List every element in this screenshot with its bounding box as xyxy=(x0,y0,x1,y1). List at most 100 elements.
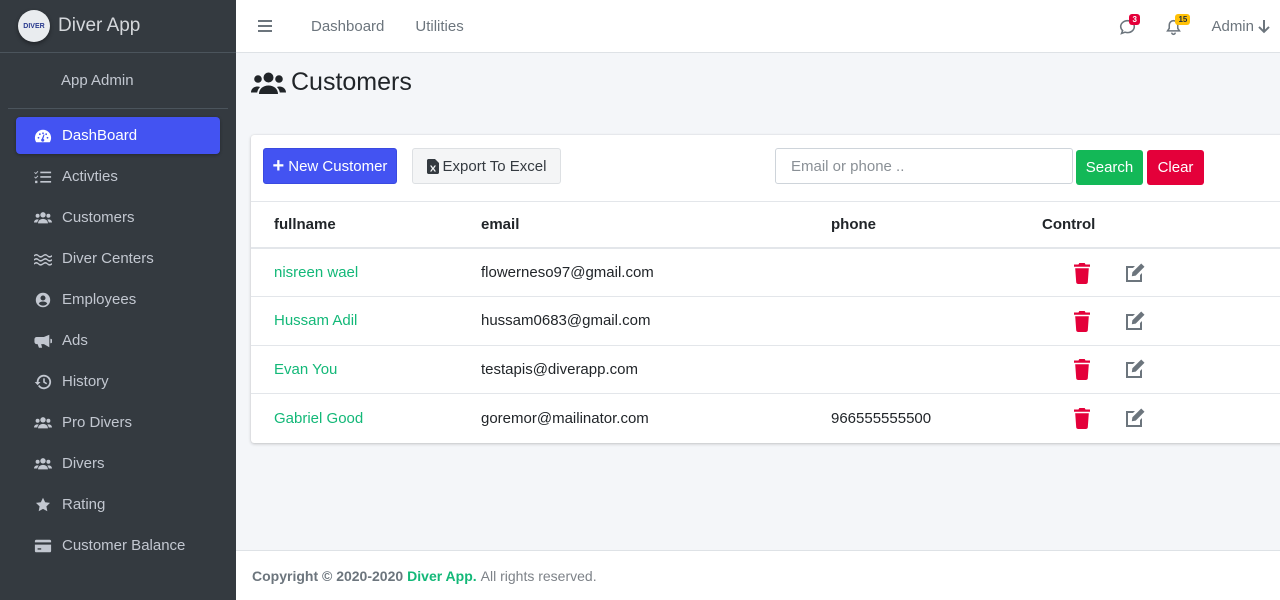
new-customer-label: New Customer xyxy=(288,157,388,175)
star-icon xyxy=(33,497,53,513)
delete-icon[interactable] xyxy=(1071,358,1093,381)
customers-table: fullname email phone Control nisreen wae… xyxy=(251,202,1280,442)
top-navbar: Dashboard Utilities 3 15 Admin xyxy=(236,0,1280,53)
sidebar-item-activities[interactable]: Activties xyxy=(16,158,220,195)
edit-icon[interactable] xyxy=(1124,358,1146,380)
sidebar-item-rating[interactable]: Rating xyxy=(16,486,220,523)
notifications-badge: 15 xyxy=(1175,13,1191,25)
sidebar-item-diver-centers[interactable]: Diver Centers xyxy=(16,240,220,277)
sidebar-item-label: Diver Centers xyxy=(62,250,154,267)
history-icon xyxy=(33,374,53,390)
sidebar-item-label: Divers xyxy=(62,455,105,472)
arrow-down-icon xyxy=(1258,19,1270,33)
new-customer-button[interactable]: + New Customer xyxy=(263,148,397,184)
users-icon xyxy=(33,415,53,431)
page-title-text: Customers xyxy=(291,68,412,96)
card-toolbar: + New Customer Export To Excel Search Cl… xyxy=(251,135,1280,202)
user-panel-name: App Admin xyxy=(61,72,134,89)
delete-icon[interactable] xyxy=(1071,407,1093,429)
sidebar: DIVER Diver App App Admin DashBoard Acti… xyxy=(0,0,236,600)
sidebar-item-pro-divers[interactable]: Pro Divers xyxy=(16,404,220,441)
export-excel-label: Export To Excel xyxy=(442,157,547,175)
menu-toggle-icon[interactable] xyxy=(258,20,272,32)
user-panel[interactable]: App Admin xyxy=(8,53,228,109)
user-circle-icon xyxy=(33,292,53,308)
sidebar-item-label: Activties xyxy=(62,168,118,185)
search-input[interactable] xyxy=(775,148,1073,184)
customer-email: goremor@mailinator.com xyxy=(481,409,649,427)
sidebar-item-ads[interactable]: Ads xyxy=(16,322,220,359)
brand-name: Diver App xyxy=(58,15,141,36)
edit-icon[interactable] xyxy=(1124,310,1146,332)
list-check-icon xyxy=(33,169,53,185)
footer-copyright: Copyright © 2020-2020 xyxy=(252,567,404,584)
customer-phone xyxy=(831,345,1042,394)
sidebar-item-label: Rating xyxy=(62,496,106,513)
table-row: Gabriel Good goremor@mailinator.com 9665… xyxy=(251,394,1280,443)
footer-rights: All rights reserved. xyxy=(480,567,597,584)
file-excel-icon xyxy=(426,158,439,174)
edit-icon[interactable] xyxy=(1124,407,1146,429)
table-row: nisreen wael flowerneso97@gmail.com xyxy=(251,248,1280,297)
customer-name-link[interactable]: Evan You xyxy=(274,361,337,378)
customer-phone: 966555555500 xyxy=(831,409,932,427)
footer-brand-link[interactable]: Diver App. xyxy=(407,568,477,584)
sidebar-nav: DashBoard Activties Customers Diver Cent… xyxy=(0,109,236,564)
sidebar-item-dashboard[interactable]: DashBoard xyxy=(16,117,220,154)
sidebar-item-label: Customers xyxy=(62,209,135,226)
sidebar-item-label: History xyxy=(62,373,109,390)
delete-icon[interactable] xyxy=(1071,310,1093,332)
table-row: Evan You testapis@diverapp.com xyxy=(251,345,1280,394)
customer-phone xyxy=(831,248,1042,297)
edit-icon[interactable] xyxy=(1124,262,1146,284)
tachometer-icon xyxy=(33,128,53,144)
table-header-row: fullname email phone Control xyxy=(251,202,1280,249)
nav-link-utilities[interactable]: Utilities xyxy=(415,18,463,35)
users-icon xyxy=(33,210,53,226)
customer-email: testapis@diverapp.com xyxy=(481,345,831,394)
table-row: Hussam Adil hussam0683@gmail.com xyxy=(251,296,1280,346)
water-icon xyxy=(33,251,53,267)
page-title: Customers xyxy=(251,68,412,97)
sidebar-item-customer-balance[interactable]: Customer Balance xyxy=(16,527,220,564)
messages-badge: 3 xyxy=(1129,13,1140,25)
customer-name-link[interactable]: nisreen wael xyxy=(274,264,358,281)
messages-icon[interactable]: 3 xyxy=(1119,13,1141,38)
sidebar-item-label: Customer Balance xyxy=(62,537,186,554)
delete-icon[interactable] xyxy=(1071,262,1093,284)
sidebar-item-customers[interactable]: Customers xyxy=(16,199,220,236)
bullhorn-icon xyxy=(33,333,53,349)
notifications-icon[interactable]: 15 xyxy=(1165,13,1191,38)
column-header-control: Control xyxy=(1042,202,1280,249)
customer-name-link[interactable]: Gabriel Good xyxy=(274,410,363,427)
brand-logo: DIVER xyxy=(18,10,50,42)
customer-phone xyxy=(831,296,1042,346)
clear-button[interactable]: Clear xyxy=(1147,150,1204,185)
sidebar-item-employees[interactable]: Employees xyxy=(16,281,220,318)
plus-icon: + xyxy=(272,155,285,177)
nav-link-dashboard[interactable]: Dashboard xyxy=(311,18,384,35)
export-excel-button[interactable]: Export To Excel xyxy=(412,148,561,184)
user-menu[interactable]: Admin xyxy=(1211,18,1270,35)
search-button[interactable]: Search xyxy=(1076,150,1143,185)
column-header-email: email xyxy=(481,202,831,249)
column-header-phone: phone xyxy=(831,202,1042,249)
users-icon xyxy=(251,72,286,94)
credit-card-icon xyxy=(33,538,53,554)
user-menu-label: Admin xyxy=(1211,18,1254,35)
customers-card: + New Customer Export To Excel Search Cl… xyxy=(251,135,1280,443)
sidebar-item-label: Employees xyxy=(62,291,137,308)
customer-name-link[interactable]: Hussam Adil xyxy=(274,312,357,329)
footer: Copyright © 2020-2020 Diver App. All rig… xyxy=(236,550,1280,600)
navbar-right: 3 15 Admin xyxy=(1119,0,1280,53)
sidebar-item-label: DashBoard xyxy=(62,127,138,144)
brand-link[interactable]: DIVER Diver App xyxy=(0,0,236,53)
column-header-fullname: fullname xyxy=(251,202,481,249)
customer-email: flowerneso97@gmail.com xyxy=(481,248,831,297)
sidebar-item-label: Ads xyxy=(62,332,88,349)
sidebar-item-divers[interactable]: Divers xyxy=(16,445,220,482)
customer-email: hussam0683@gmail.com xyxy=(481,296,831,346)
sidebar-item-history[interactable]: History xyxy=(16,363,220,400)
sidebar-item-label: Pro Divers xyxy=(62,414,133,431)
users-icon xyxy=(33,456,53,472)
